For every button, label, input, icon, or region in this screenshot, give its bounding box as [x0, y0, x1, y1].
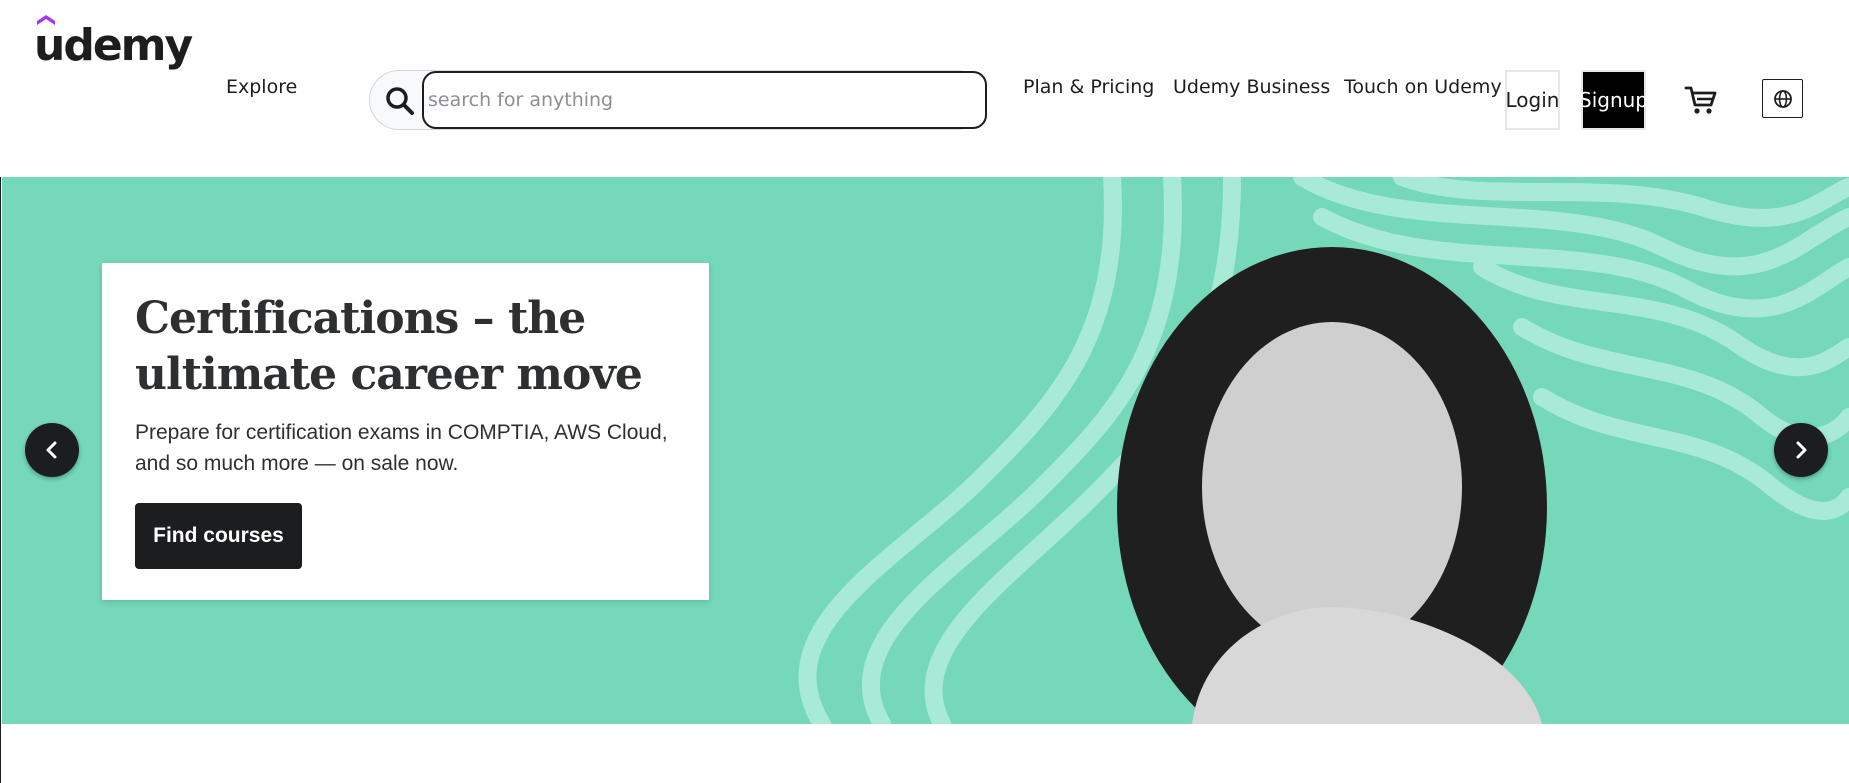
carousel-next-button[interactable] [1774, 423, 1828, 477]
chevron-left-icon [46, 441, 57, 459]
hero-person [1117, 247, 1547, 724]
search-icon[interactable] [384, 85, 416, 117]
search-input[interactable] [422, 71, 987, 129]
hero-card: Certifications – the ultimate career mov… [102, 263, 709, 600]
logo-text: udemy [34, 20, 193, 71]
carousel-prev-button[interactable] [25, 423, 79, 477]
top-header: udemy Explore Plan & Pricing Udemy Busin… [0, 0, 1849, 177]
search-bar [369, 70, 987, 130]
globe-icon [1773, 89, 1792, 108]
nav-teach-on-udemy[interactable]: Touch on Udemy [1344, 76, 1502, 98]
hero-title: Certifications – the ultimate career mov… [135, 293, 643, 400]
hero-banner: Certifications – the ultimate career mov… [2, 177, 1849, 724]
cart-icon[interactable] [1684, 83, 1718, 117]
login-button[interactable]: Login [1505, 70, 1560, 130]
nav-udemy-business[interactable]: Udemy Business [1173, 76, 1330, 98]
chevron-right-icon [1796, 441, 1807, 459]
udemy-logo[interactable]: udemy [34, 12, 193, 72]
hero-description: Prepare for certification exams in COMPT… [135, 421, 668, 475]
language-button[interactable] [1762, 79, 1803, 118]
nav-plan-pricing[interactable]: Plan & Pricing [1023, 76, 1154, 98]
find-courses-button[interactable]: Find courses [135, 503, 302, 569]
nav-explore[interactable]: Explore [226, 76, 297, 98]
signup-button[interactable]: Signup [1579, 70, 1648, 130]
